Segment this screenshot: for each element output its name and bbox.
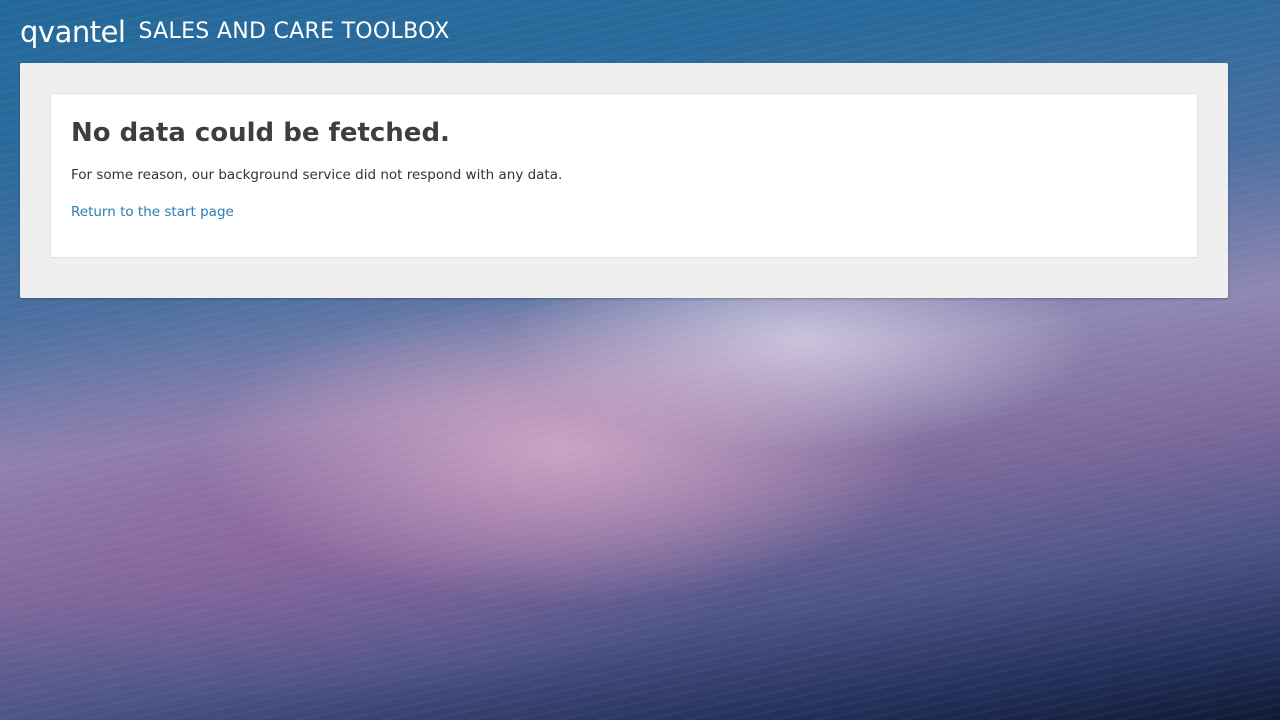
- error-message: For some reason, our background service …: [71, 167, 563, 183]
- content-panel: No data could be fetched. For some reaso…: [20, 63, 1228, 298]
- app-title: SALES AND CARE TOOLBOX: [138, 19, 450, 44]
- app-header: qvantel SALES AND CARE TOOLBOX: [20, 12, 450, 52]
- error-title: No data could be fetched.: [71, 118, 450, 148]
- qvantel-logo[interactable]: qvantel: [20, 17, 126, 47]
- return-start-page-link[interactable]: Return to the start page: [71, 202, 234, 222]
- error-card: No data could be fetched. For some reaso…: [50, 93, 1198, 258]
